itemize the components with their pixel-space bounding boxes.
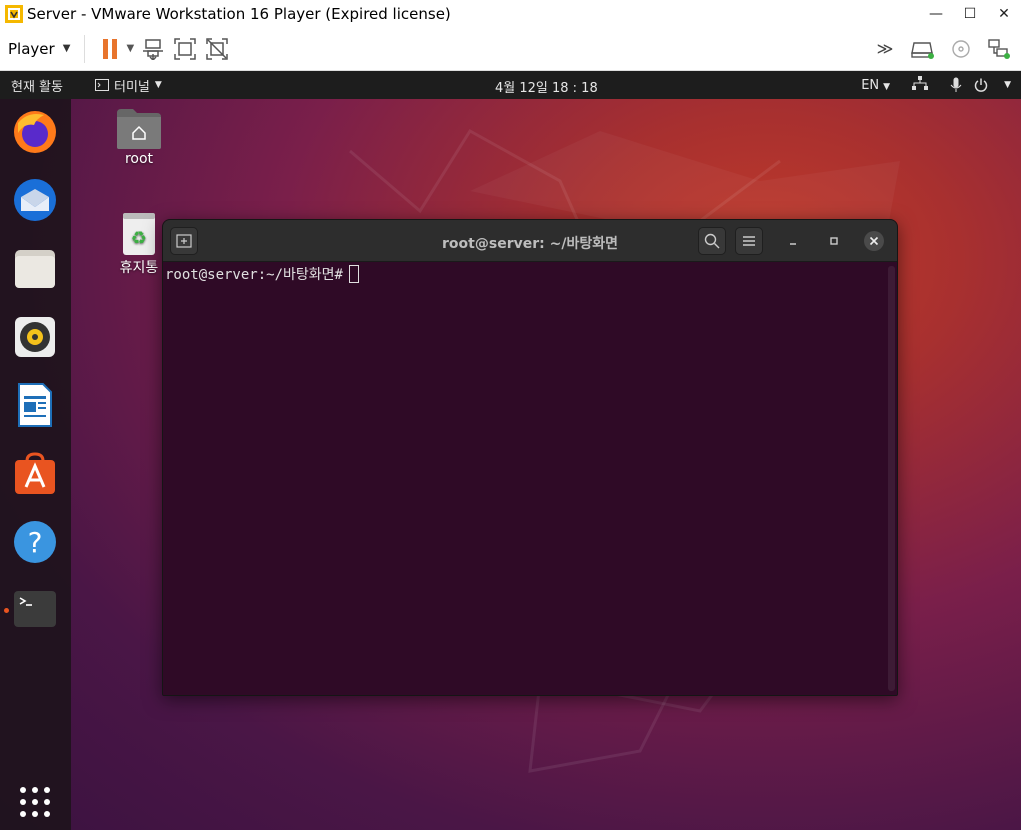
microphone-icon: [950, 77, 962, 92]
unity-mode-button[interactable]: [201, 33, 233, 65]
desktop-home-folder[interactable]: root: [112, 107, 166, 167]
network-adapter-button[interactable]: [983, 33, 1015, 65]
send-ctrl-alt-del-button[interactable]: [137, 33, 169, 65]
maximize-button[interactable]: ☐: [953, 6, 987, 22]
terminal-cursor: [348, 265, 359, 283]
home-folder-label: root: [124, 151, 154, 167]
trash-label: 휴지통: [119, 260, 159, 276]
minimize-icon: [790, 243, 796, 245]
new-tab-icon: [176, 234, 192, 248]
pause-options-button[interactable]: ▼: [123, 33, 137, 65]
network-computer-icon: [143, 38, 164, 60]
chevron-down-icon: ▼: [154, 80, 162, 90]
terminal-small-icon: [94, 79, 109, 91]
dock-item-help[interactable]: ?: [12, 519, 58, 565]
chevron-down-icon: ▼: [126, 43, 135, 54]
help-icon: ?: [14, 521, 56, 563]
dock-item-thunderbird[interactable]: [12, 177, 58, 223]
minimize-button[interactable]: —: [919, 6, 953, 22]
svg-text:♻: ♻: [131, 228, 147, 249]
close-icon: [864, 231, 884, 251]
network-icon[interactable]: [912, 76, 929, 94]
toolbar-divider: [84, 34, 86, 63]
activities-button[interactable]: 현재 활동: [11, 76, 63, 95]
desktop-trash[interactable]: ♻ 휴지통: [112, 211, 166, 277]
hard-disk-icon: [911, 41, 934, 59]
language-indicator[interactable]: EN ▼: [861, 78, 890, 93]
app-menu-label: 터미널: [113, 79, 150, 95]
language-label: EN: [861, 77, 880, 93]
terminal-output[interactable]: root@server:~/바탕화면#: [163, 262, 897, 695]
terminal-window[interactable]: root@server: ~/바탕화면 root@server:~/바탕화면#: [162, 219, 898, 696]
maximize-icon: [830, 237, 838, 245]
app-grid-icon: [20, 787, 50, 817]
libreoffice-writer-icon: [18, 383, 52, 427]
search-icon: [704, 233, 720, 249]
software-icon: [15, 452, 55, 494]
fit-window-icon: [174, 37, 197, 60]
terminal-scrollbar[interactable]: [888, 266, 895, 691]
pause-icon: [103, 38, 118, 59]
hamburger-icon: [743, 236, 755, 246]
terminal-prompt: root@server:~/바탕화면#: [165, 267, 343, 283]
app-menu-button[interactable]: 터미널 ▼: [94, 76, 162, 95]
cd-dvd-device-button[interactable]: [945, 33, 977, 65]
vmware-title-bar: Server - VMware Workstation 16 Player (E…: [0, 0, 1021, 27]
search-button[interactable]: [698, 227, 726, 255]
chevron-down-icon: ▼: [1004, 80, 1011, 90]
thunderbird-icon: [14, 179, 56, 221]
terminal-header-bar[interactable]: root@server: ~/바탕화면: [163, 220, 897, 262]
vmware-toolbar: Player ▼ ▼ ≫: [0, 27, 1021, 71]
maximize-terminal-button[interactable]: [820, 227, 848, 255]
fit-guest-button[interactable]: [169, 33, 201, 65]
unity-icon: [206, 37, 229, 60]
dock-item-software[interactable]: [12, 451, 58, 497]
player-menu-label: Player: [8, 39, 55, 58]
vmware-logo-icon: [5, 4, 23, 23]
rhythmbox-icon: [15, 317, 55, 357]
svg-text:?: ?: [28, 526, 43, 559]
menu-button[interactable]: [735, 227, 763, 255]
clock[interactable]: 4월 12일 18 : 18: [495, 77, 598, 96]
trash-icon: ♻: [123, 213, 155, 255]
terminal-icon: [14, 591, 56, 627]
new-tab-button[interactable]: [170, 227, 198, 255]
firefox-icon: [14, 111, 56, 153]
chevron-down-icon: ▼: [883, 81, 891, 92]
message-log-button[interactable]: ≫: [869, 33, 901, 65]
system-tray: EN ▼ ▼: [861, 71, 1011, 99]
minimize-terminal-button[interactable]: [779, 227, 807, 255]
dock-item-firefox[interactable]: [12, 109, 58, 155]
home-folder-icon: [117, 109, 161, 149]
dock-item-terminal[interactable]: [12, 587, 58, 633]
window-title: Server - VMware Workstation 16 Player (E…: [27, 4, 451, 23]
show-applications-button[interactable]: [12, 779, 58, 825]
power-icon: [974, 78, 988, 92]
double-chevron-right-icon: ≫: [876, 39, 894, 58]
system-menu-button[interactable]: ▼: [950, 77, 1011, 93]
vm-guest-screen[interactable]: 현재 활동 터미널 ▼ 4월 12일 18 : 18 EN ▼ ▼ ? root…: [0, 71, 1021, 830]
dock-item-libreoffice-writer[interactable]: [12, 382, 58, 428]
dock-item-rhythmbox[interactable]: [12, 314, 58, 360]
hard-disk-device-button[interactable]: [907, 33, 939, 65]
chevron-down-icon: ▼: [62, 43, 71, 54]
network-adapter-icon: [988, 38, 1010, 59]
files-icon: [15, 250, 55, 288]
ubuntu-top-bar: 현재 활동 터미널 ▼ 4월 12일 18 : 18 EN ▼ ▼: [0, 71, 1021, 99]
player-menu-button[interactable]: Player ▼: [8, 40, 70, 58]
ubuntu-dock: ?: [0, 99, 71, 830]
close-window-button[interactable]: ✕: [987, 6, 1021, 22]
close-terminal-button[interactable]: [860, 227, 888, 255]
running-indicator: [4, 608, 9, 613]
dock-item-files[interactable]: [12, 246, 58, 292]
cd-icon: [952, 39, 970, 58]
